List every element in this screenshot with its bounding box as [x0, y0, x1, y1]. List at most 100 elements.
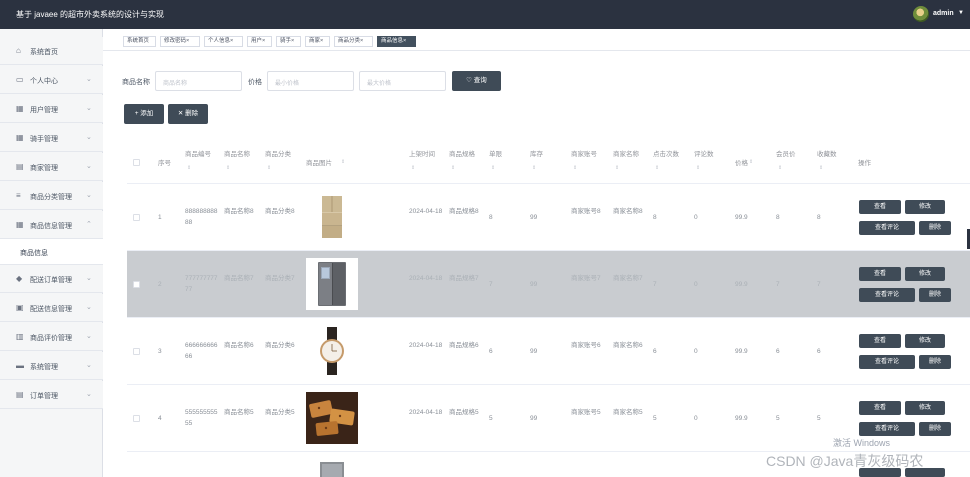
sidebar-item-riders[interactable]: ▦ 骑手管理 ⌄ [0, 124, 103, 152]
header-spec[interactable]: 商品规格 [449, 150, 475, 160]
sidebar-subitem-product-info[interactable]: 商品信息 [0, 239, 103, 265]
add-button[interactable]: + 添加 [124, 104, 164, 124]
header-code[interactable]: 商品编号 [185, 150, 211, 160]
delete-button[interactable]: ✕ 删除 [168, 104, 208, 124]
sort-icon[interactable]: ⇕ [749, 159, 753, 165]
edit-button[interactable]: 修改 [905, 200, 945, 214]
header-price[interactable]: 价格 [735, 159, 748, 169]
sidebar-item-products[interactable]: ▦ 商品信息管理 ⌃ [0, 211, 103, 239]
view-comments-button[interactable]: 查看评论 [859, 221, 915, 235]
grid-icon: ▦ [16, 104, 24, 113]
sidebar-item-merchants[interactable]: ▤ 商家管理 ⌄ [0, 153, 103, 181]
sort-icon[interactable]: ⇕ [226, 165, 230, 171]
close-icon[interactable]: × [291, 38, 294, 44]
table-header: 序号 商品编号 ⇕ 商品名称 ⇕ 商品分类 ⇕ 商品图片 ⇕ 上架时间 ⇕ 商品规格 ⇕ 单… [127, 140, 970, 184]
row-delete-button[interactable]: 删除 [919, 288, 951, 302]
sidebar-item-reviews[interactable]: ▥ 商品评价管理 ⌄ [0, 323, 103, 351]
sidebar-item-users[interactable]: ▦ 用户管理 ⌄ [0, 95, 103, 123]
view-comments-button[interactable]: 查看评论 [859, 355, 915, 369]
close-icon[interactable]: × [360, 38, 363, 44]
min-price-input[interactable]: 最小价格 [267, 71, 354, 91]
tab-product-info[interactable]: 商品信息× [377, 36, 416, 47]
sidebar-item-delivery-orders[interactable]: ◆ 配送订单管理 ⌄ [0, 265, 103, 293]
close-icon[interactable]: × [262, 38, 265, 44]
sidebar-item-label: 商品评价管理 [30, 335, 72, 342]
sort-icon[interactable]: ⇕ [778, 165, 782, 171]
header-category[interactable]: 商品分类 [265, 150, 291, 160]
edit-button[interactable]: 修改 [905, 334, 945, 348]
tab-merchants[interactable]: 商家× [305, 36, 330, 47]
table-row[interactable]: 1 88888888888 商品名称8 商品分类8 2024-04-18 商品规… [127, 184, 970, 251]
header-image[interactable]: 商品图片 [306, 159, 332, 169]
row-delete-button[interactable]: 删除 [919, 355, 951, 369]
chevron-down-icon[interactable]: ▼ [958, 10, 964, 16]
header-name[interactable]: 商品名称 [224, 150, 250, 160]
tab-home[interactable]: 系统首页 [123, 36, 156, 47]
view-button[interactable]: 查看 [859, 200, 901, 214]
edit-button[interactable]: 修改 [905, 401, 945, 415]
edit-button[interactable]: 修改 [905, 267, 945, 281]
max-price-input[interactable]: 最大价格 [359, 71, 446, 91]
row-delete-button[interactable]: 删除 [919, 221, 951, 235]
view-button[interactable]: 查看 [859, 401, 901, 415]
row-checkbox[interactable] [133, 415, 140, 422]
sidebar-item-home[interactable]: ⌂ 系统首页 [0, 37, 103, 65]
sort-icon[interactable]: ⇕ [532, 165, 536, 171]
sidebar-item-delivery-info[interactable]: ▣ 配送信息管理 ⌄ [0, 294, 103, 322]
table-row[interactable]: 2 77777777777 商品名称7 商品分类7 2024-04-18 商品规… [127, 251, 970, 318]
view-comments-button[interactable]: 查看评论 [859, 288, 915, 302]
username[interactable]: admin [933, 10, 954, 17]
view-button[interactable]: 查看 [859, 334, 901, 348]
sort-icon[interactable]: ⇕ [655, 165, 659, 171]
close-icon[interactable]: × [230, 38, 233, 44]
sort-icon[interactable]: ⇕ [573, 165, 577, 171]
sort-icon[interactable]: ⇕ [491, 165, 495, 171]
header-vip-price[interactable]: 会员价 [776, 150, 796, 160]
sort-icon[interactable]: ⇕ [451, 165, 455, 171]
view-button[interactable]: 查看 [859, 267, 901, 281]
sort-icon[interactable]: ⇕ [696, 165, 700, 171]
cell-code: 77777777777 [185, 275, 218, 293]
sidebar-item-orders[interactable]: ▤ 订单管理 ⌄ [0, 381, 103, 409]
row-checkbox[interactable] [133, 281, 140, 288]
tab-categories[interactable]: 商品分类× [334, 36, 373, 47]
tab-users[interactable]: 用户× [247, 36, 272, 47]
row-checkbox[interactable] [133, 348, 140, 355]
cell-name: 商品名称7 [224, 275, 254, 282]
close-icon[interactable]: × [320, 38, 323, 44]
sort-icon[interactable]: ⇕ [819, 165, 823, 171]
sort-icon[interactable]: ⇕ [267, 165, 271, 171]
row-checkbox[interactable] [133, 214, 140, 221]
cell-favorites: 5 [817, 415, 821, 422]
product-name-input[interactable]: 商品名称 [155, 71, 242, 91]
row-delete-button[interactable]: 删除 [919, 422, 951, 436]
query-button[interactable]: ♡ 查询 [452, 71, 501, 91]
view-comments-button[interactable]: 查看评论 [859, 422, 915, 436]
header-comments[interactable]: 评论数 [694, 150, 714, 160]
tab-label: 商家 [309, 38, 321, 44]
close-icon[interactable]: × [403, 38, 406, 44]
header-merchant-name[interactable]: 商家名称 [613, 150, 639, 160]
sort-icon[interactable]: ⇕ [187, 165, 191, 171]
cell-date: 2024-04-18 [409, 409, 443, 416]
sort-icon[interactable]: ⇕ [411, 165, 415, 171]
avatar[interactable] [913, 6, 929, 22]
sidebar-item-categories[interactable]: ≡ 商品分类管理 ⌄ [0, 182, 103, 210]
tab-riders[interactable]: 骑手× [276, 36, 301, 47]
cell-code: 55555555555 [185, 409, 218, 427]
sidebar-item-profile[interactable]: ▭ 个人中心 ⌄ [0, 66, 103, 94]
header-merchant-account[interactable]: 商家账号 [571, 150, 597, 160]
tab-profile[interactable]: 个人信息× [204, 36, 243, 47]
sidebar-item-system[interactable]: ▬ 系统管理 ⌄ [0, 352, 103, 380]
sort-icon[interactable]: ⇕ [615, 165, 619, 171]
close-icon[interactable]: × [186, 38, 189, 44]
header-clicks[interactable]: 点击次数 [653, 150, 679, 160]
header-date[interactable]: 上架时间 [409, 150, 435, 160]
header-limit[interactable]: 单限 [489, 150, 502, 160]
select-all-checkbox[interactable] [133, 159, 140, 166]
sort-icon[interactable]: ⇕ [341, 159, 345, 165]
header-stock[interactable]: 库存 [530, 150, 543, 160]
tab-change-password[interactable]: 修改密码× [160, 36, 200, 47]
header-favorites[interactable]: 收藏数 [817, 150, 837, 160]
table-row[interactable]: 3 66666666666 商品名称6 商品分类6 2024-04-18 商品规… [127, 318, 970, 385]
